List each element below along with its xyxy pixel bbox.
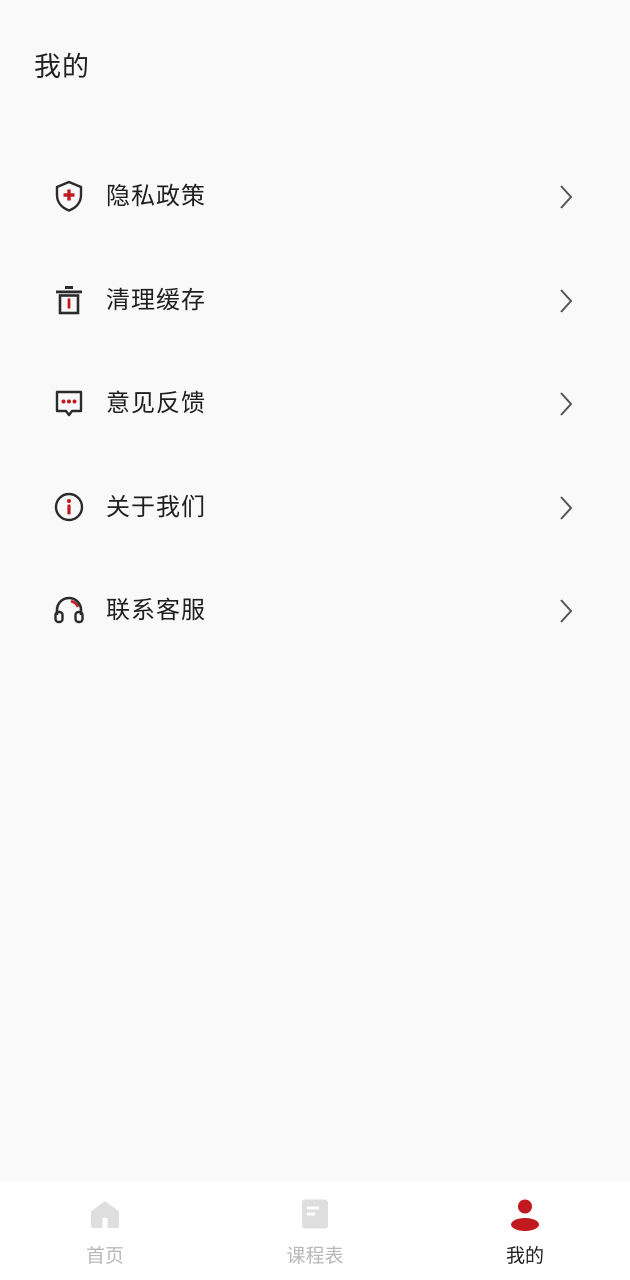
shield-plus-icon [52, 179, 86, 213]
headphones-icon [52, 593, 86, 627]
chevron-right-icon [555, 183, 577, 211]
info-circle-icon [52, 490, 86, 524]
chevron-right-icon [555, 494, 577, 522]
trash-icon [52, 283, 86, 317]
user-icon [508, 1197, 542, 1231]
menu-item-customer-service[interactable]: 联系客服 [0, 559, 630, 663]
menu-item-label: 意见反馈 [106, 389, 206, 417]
tab-mine[interactable]: 我的 [420, 1181, 630, 1280]
tab-schedule[interactable]: 课程表 [210, 1181, 420, 1280]
menu-item-about-us[interactable]: 关于我们 [0, 456, 630, 560]
settings-menu: 隐私政策 清理缓存 意见反馈 关于我们 联系客服 [0, 145, 630, 663]
menu-item-feedback[interactable]: 意见反馈 [0, 352, 630, 456]
tab-label: 课程表 [286, 1245, 344, 1267]
tab-home[interactable]: 首页 [0, 1181, 210, 1280]
menu-item-clear-cache[interactable]: 清理缓存 [0, 249, 630, 353]
tab-label: 首页 [85, 1245, 124, 1267]
home-icon [88, 1197, 122, 1231]
menu-item-label: 关于我们 [106, 492, 206, 521]
page-title: 我的 [34, 52, 90, 83]
schedule-icon [298, 1197, 332, 1231]
menu-item-label: 隐私政策 [106, 182, 206, 210]
tab-label: 我的 [505, 1245, 544, 1267]
menu-item-privacy-policy[interactable]: 隐私政策 [0, 145, 630, 249]
chevron-right-icon [555, 287, 577, 315]
menu-item-label: 联系客服 [106, 596, 206, 624]
chat-bubble-icon [52, 386, 86, 420]
menu-item-label: 清理缓存 [106, 285, 206, 314]
chevron-right-icon [555, 597, 577, 625]
bottom-tab-bar: 首页 课程表 我的 [0, 1181, 630, 1280]
chevron-right-icon [555, 390, 577, 418]
